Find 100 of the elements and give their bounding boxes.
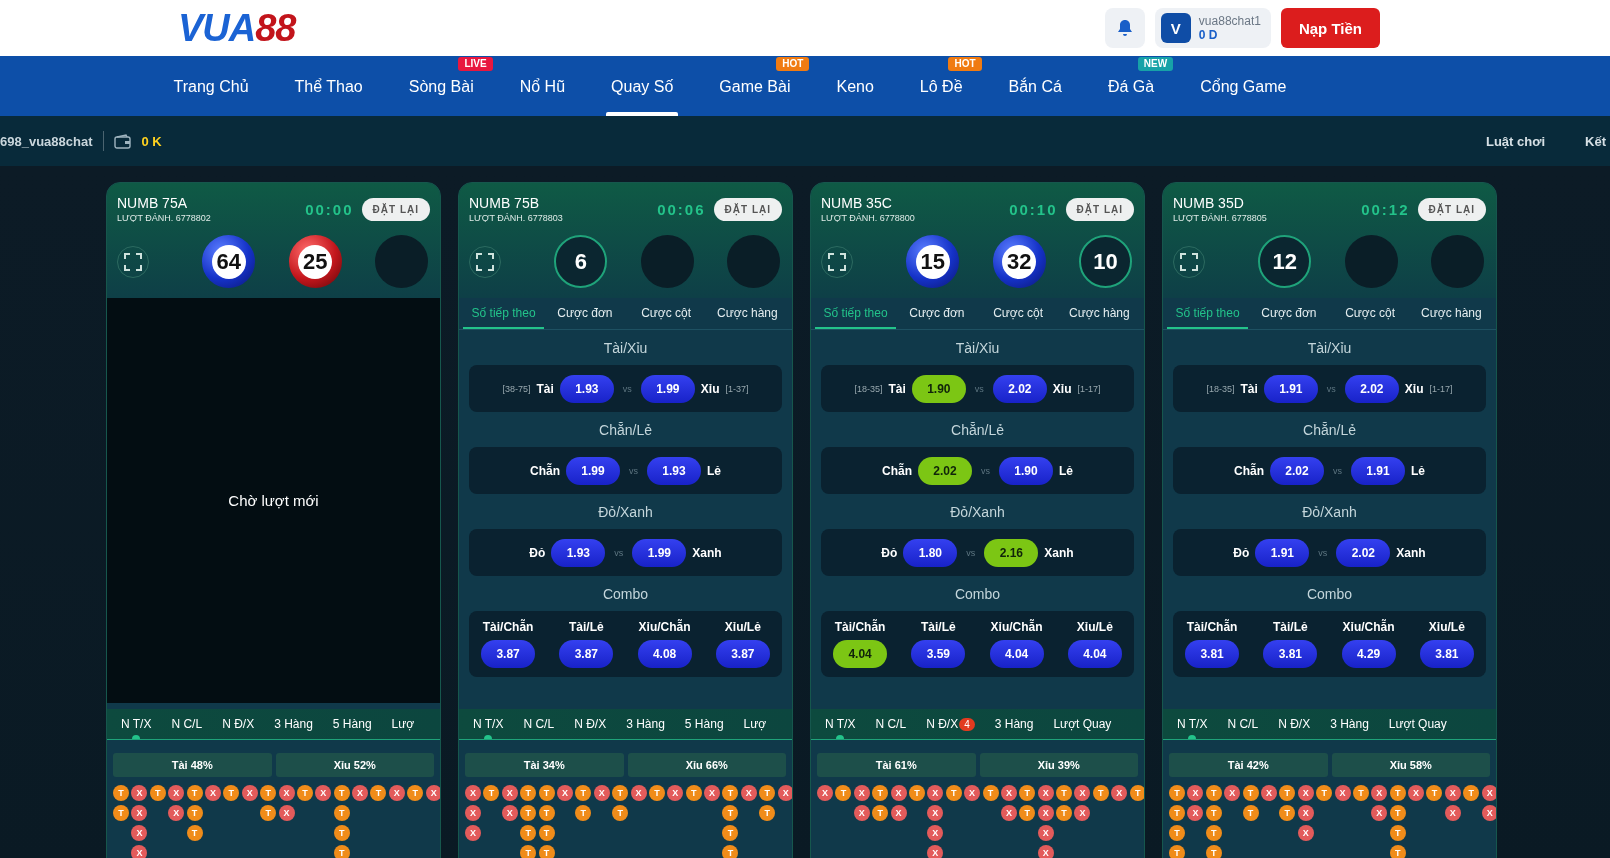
round-number: LƯỢT ĐÁNH. 6778805: [1173, 213, 1268, 223]
odds-button[interactable]: 3.81: [1185, 640, 1240, 668]
bet-tab[interactable]: Cược cột: [1329, 298, 1411, 329]
stats-tab[interactable]: N Đ/X: [564, 709, 617, 739]
stats-tab[interactable]: N C/L: [161, 709, 213, 739]
bet-tab[interactable]: Cược đơn: [544, 298, 626, 329]
stats-tab[interactable]: 3 Hàng: [1320, 709, 1379, 739]
stats-tab[interactable]: 5 Hàng: [322, 709, 382, 739]
nav-item[interactable]: Game Bài: [696, 71, 814, 101]
stats-tab[interactable]: N Đ/X 4: [916, 709, 985, 739]
bet-tab[interactable]: Số tiếp theo: [815, 298, 897, 329]
stats-tab[interactable]: Lượt Quay: [1043, 709, 1122, 739]
reset-button[interactable]: ĐẶT LẠI: [361, 197, 430, 221]
nav-item[interactable]: Đá Gà: [1084, 71, 1178, 101]
odds-button[interactable]: 4.04: [833, 640, 888, 668]
stats-tab[interactable]: N T/X: [463, 709, 514, 739]
market-title: Đỏ/Xanh: [597, 504, 654, 520]
result-bead: X: [777, 785, 792, 801]
odds-button[interactable]: 1.99: [640, 374, 695, 403]
stats-tab[interactable]: Lượt Quay: [1378, 709, 1457, 739]
odds-button[interactable]: 3.59: [911, 640, 966, 668]
odds-button[interactable]: 1.93: [559, 374, 614, 403]
bet-tab[interactable]: Cược cột: [625, 298, 707, 329]
odds-button[interactable]: 1.93: [647, 456, 701, 485]
stats-tab[interactable]: N T/X: [1167, 709, 1218, 739]
bet-tab[interactable]: Cược cột: [977, 298, 1059, 329]
notification-button[interactable]: [1104, 8, 1145, 48]
nav-item[interactable]: Keno: [813, 71, 897, 101]
nav-item[interactable]: Quay Số: [588, 71, 697, 101]
odds-button[interactable]: 4.08: [637, 640, 692, 668]
reset-button[interactable]: ĐẶT LẠI: [1417, 197, 1486, 221]
nav-item[interactable]: Nổ Hũ: [496, 71, 589, 101]
odds-button[interactable]: 1.80: [903, 538, 958, 567]
stats-tab[interactable]: N C/L: [1217, 709, 1269, 739]
stats-tab[interactable]: N Đ/X: [212, 709, 265, 739]
logo[interactable]: VUA88: [178, 9, 296, 47]
bet-tab[interactable]: Cược hàng: [1410, 298, 1492, 329]
odds-button[interactable]: 1.90: [999, 456, 1053, 485]
deposit-button[interactable]: Nạp Tiền: [1280, 8, 1380, 48]
stats-tab[interactable]: 5 Hàng: [674, 709, 734, 739]
odds-button[interactable]: 1.99: [632, 538, 687, 567]
bet-tab[interactable]: Cược đơn: [1248, 298, 1330, 329]
nav-item[interactable]: Trang Chủ: [150, 71, 272, 101]
stats-tab[interactable]: N C/L: [513, 709, 565, 739]
odds-button[interactable]: 2.02: [992, 374, 1047, 403]
bet-tab[interactable]: Số tiếp theo: [1167, 298, 1249, 329]
result-bead: T: [538, 805, 555, 821]
odds-button[interactable]: 3.87: [481, 640, 536, 668]
bet-label: Xanh: [1396, 545, 1426, 560]
odds-button[interactable]: 3.87: [715, 640, 770, 668]
stats-tab[interactable]: Lượ: [381, 709, 425, 739]
nav-item[interactable]: Sòng Bài: [385, 71, 497, 101]
odds-button[interactable]: 3.81: [1263, 640, 1318, 668]
result-bead: X: [1000, 805, 1017, 821]
result-bead: T: [1205, 845, 1222, 858]
stats-tab[interactable]: N T/X: [111, 709, 162, 739]
nav-item[interactable]: Lô Đề: [896, 71, 986, 101]
stats-tab[interactable]: 3 Hàng: [984, 709, 1044, 739]
stats-tab[interactable]: 3 Hàng: [264, 709, 323, 739]
odds-button[interactable]: 3.81: [1419, 640, 1474, 668]
result-bead: T: [1019, 805, 1036, 821]
user-account[interactable]: V vua88chat1 0 D: [1154, 8, 1271, 48]
odds-button[interactable]: 3.87: [559, 640, 614, 668]
stats-tab[interactable]: Lượ: [733, 709, 777, 739]
odds-button[interactable]: 2.02: [918, 456, 972, 485]
odds-button[interactable]: 1.93: [551, 538, 606, 567]
odds-button[interactable]: 1.91: [1351, 456, 1405, 485]
header-link[interactable]: Luật chơi: [1485, 133, 1546, 149]
result-bead: T: [648, 785, 665, 801]
count-badge: 4: [959, 717, 975, 731]
result-bead: T: [612, 805, 629, 821]
odds-button[interactable]: 1.91: [1255, 538, 1310, 567]
odds-button[interactable]: 1.90: [911, 374, 966, 403]
stats-tab[interactable]: N T/X: [815, 709, 866, 739]
nav-item[interactable]: Thể Thao: [271, 71, 386, 101]
odds-button[interactable]: 4.29: [1341, 640, 1396, 668]
odds-button[interactable]: 4.04: [1067, 640, 1122, 668]
reset-button[interactable]: ĐẶT LẠI: [1065, 197, 1134, 221]
odds-button[interactable]: 1.99: [566, 456, 620, 485]
reset-button[interactable]: ĐẶT LẠI: [713, 197, 782, 221]
stats-tab[interactable]: 3 Hàng: [616, 709, 675, 739]
nav-item[interactable]: Cổng Game: [1177, 71, 1310, 101]
fullscreen-icon: [1180, 252, 1198, 271]
odds-button[interactable]: 2.02: [1270, 456, 1324, 485]
bet-tab[interactable]: Cược hàng: [706, 298, 788, 329]
odds-button[interactable]: 4.04: [989, 640, 1044, 668]
bet-tab[interactable]: Cược hàng: [1058, 298, 1140, 329]
stats-tab[interactable]: N Đ/X: [1268, 709, 1321, 739]
odds-button[interactable]: 2.02: [1344, 374, 1399, 403]
nav-item[interactable]: Bắn Cá: [985, 71, 1085, 101]
result-bead: X: [241, 785, 258, 801]
odds-button[interactable]: 1.91: [1263, 374, 1318, 403]
bet-tab[interactable]: Cược đơn: [896, 298, 978, 329]
header-link[interactable]: Kết: [1585, 133, 1606, 149]
countdown-timer: 00:06: [657, 200, 706, 218]
bet-tab[interactable]: Số tiếp theo: [463, 298, 545, 329]
stats-tab[interactable]: N C/L: [865, 709, 917, 739]
odds-button[interactable]: 2.16: [984, 538, 1039, 567]
odds-button[interactable]: 2.02: [1336, 538, 1391, 567]
result-bead: T: [1389, 805, 1406, 821]
